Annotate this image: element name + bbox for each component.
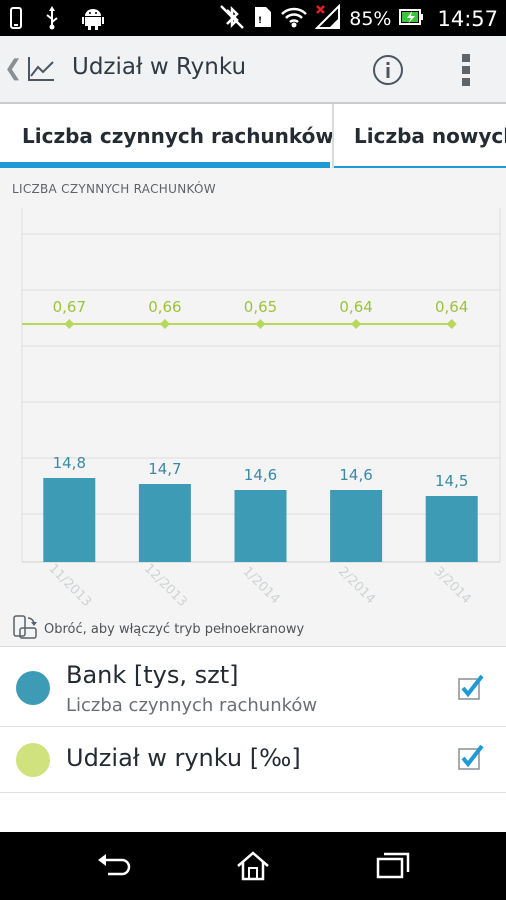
info-icon[interactable] xyxy=(372,54,404,90)
home-icon[interactable] xyxy=(236,850,270,886)
line-value-label: 0,66 xyxy=(148,298,181,316)
bar xyxy=(43,478,96,562)
up-caret-icon[interactable]: ❮ xyxy=(4,56,22,81)
tab-label: Liczba czynnych rachunków xyxy=(22,124,334,148)
battery-icon xyxy=(399,7,424,31)
rotate-hint: Obróć, aby włączyć tryb pełnoekranowy xyxy=(12,614,304,644)
bluetooth-icon xyxy=(219,4,245,34)
status-bar: ! 85% 14:57 xyxy=(0,0,506,36)
legend-item-subtitle: Liczba czynnych rachunków xyxy=(66,695,318,716)
line-value-label: 0,64 xyxy=(339,298,372,316)
x-tick-label: 11/2013 xyxy=(45,561,94,608)
back-icon[interactable] xyxy=(96,850,132,884)
tab-bar: Liczba czynnych rachunków Liczba nowych xyxy=(0,104,506,168)
bar-value-label: 14,5 xyxy=(435,472,468,490)
chart-panel: LICZBA CZYNNYCH RACHUNKÓW 14,8 11/2013 14,… xyxy=(0,168,506,646)
overflow-menu-icon[interactable] xyxy=(458,52,474,88)
rotate-device-icon xyxy=(12,614,38,644)
page-title: Udział w Rynku xyxy=(72,54,247,80)
bar-value-label: 14,6 xyxy=(339,466,372,484)
chart-trend-icon[interactable] xyxy=(26,54,56,88)
phone-icon xyxy=(10,7,22,33)
bar-value-label: 14,6 xyxy=(244,466,277,484)
checkbox-checked-icon[interactable] xyxy=(457,743,485,771)
android-icon xyxy=(82,6,104,34)
bar-value-label: 14,8 xyxy=(53,454,86,472)
bar xyxy=(330,490,383,562)
line-point xyxy=(446,319,457,329)
legend-item-title: Bank [tys, szt] xyxy=(66,661,239,689)
svg-text:!: ! xyxy=(258,16,262,26)
legend-item-market-share[interactable]: Udział w rynku [‰] xyxy=(0,727,506,793)
bar xyxy=(425,496,478,562)
usb-icon xyxy=(44,6,60,34)
line-point xyxy=(159,319,170,329)
legend-item-bank[interactable]: Bank [tys, szt] Liczba czynnych rachunkó… xyxy=(0,647,506,727)
navigation-bar xyxy=(0,832,506,900)
rotate-hint-text: Obróć, aby włączyć tryb pełnoekranowy xyxy=(44,621,305,637)
checkbox-checked-icon[interactable] xyxy=(457,673,485,701)
battery-percent: 85% xyxy=(349,8,392,30)
line-point xyxy=(255,319,266,329)
x-tick-label: 1/2014 xyxy=(239,564,282,607)
wifi-icon xyxy=(281,6,308,32)
clock: 14:57 xyxy=(437,7,498,31)
tab-active-accounts[interactable]: Liczba czynnych rachunków xyxy=(0,104,334,168)
bar xyxy=(234,490,287,562)
sim-icon: ! xyxy=(253,5,273,33)
line-value-label: 0,64 xyxy=(435,298,468,316)
line-point xyxy=(351,319,362,329)
tab-new-accounts[interactable]: Liczba nowych xyxy=(332,104,506,168)
signal-icon xyxy=(314,3,341,34)
bar-value-label: 14,7 xyxy=(148,460,181,478)
line-value-label: 0,67 xyxy=(53,298,86,316)
series-color-swatch xyxy=(16,671,50,705)
x-tick-label: 3/2014 xyxy=(431,564,474,607)
series-legend: Bank [tys, szt] Liczba czynnych rachunkó… xyxy=(0,646,506,833)
series-color-swatch xyxy=(16,743,50,777)
line-value-label: 0,65 xyxy=(244,298,277,316)
x-tick-label: 2/2014 xyxy=(335,564,378,607)
line-point xyxy=(64,319,75,329)
action-bar: ❮ Udział w Rynku xyxy=(0,36,506,104)
recents-icon[interactable] xyxy=(376,850,410,884)
legend-item-title: Udział w rynku [‰] xyxy=(66,744,301,772)
x-tick-label: 12/2013 xyxy=(141,561,190,608)
chart[interactable]: 14,8 11/2013 14,7 12/2013 14,6 1/2014 14,6 2/20… xyxy=(0,168,506,608)
bar xyxy=(138,484,191,562)
tab-label: Liczba nowych xyxy=(354,124,506,148)
